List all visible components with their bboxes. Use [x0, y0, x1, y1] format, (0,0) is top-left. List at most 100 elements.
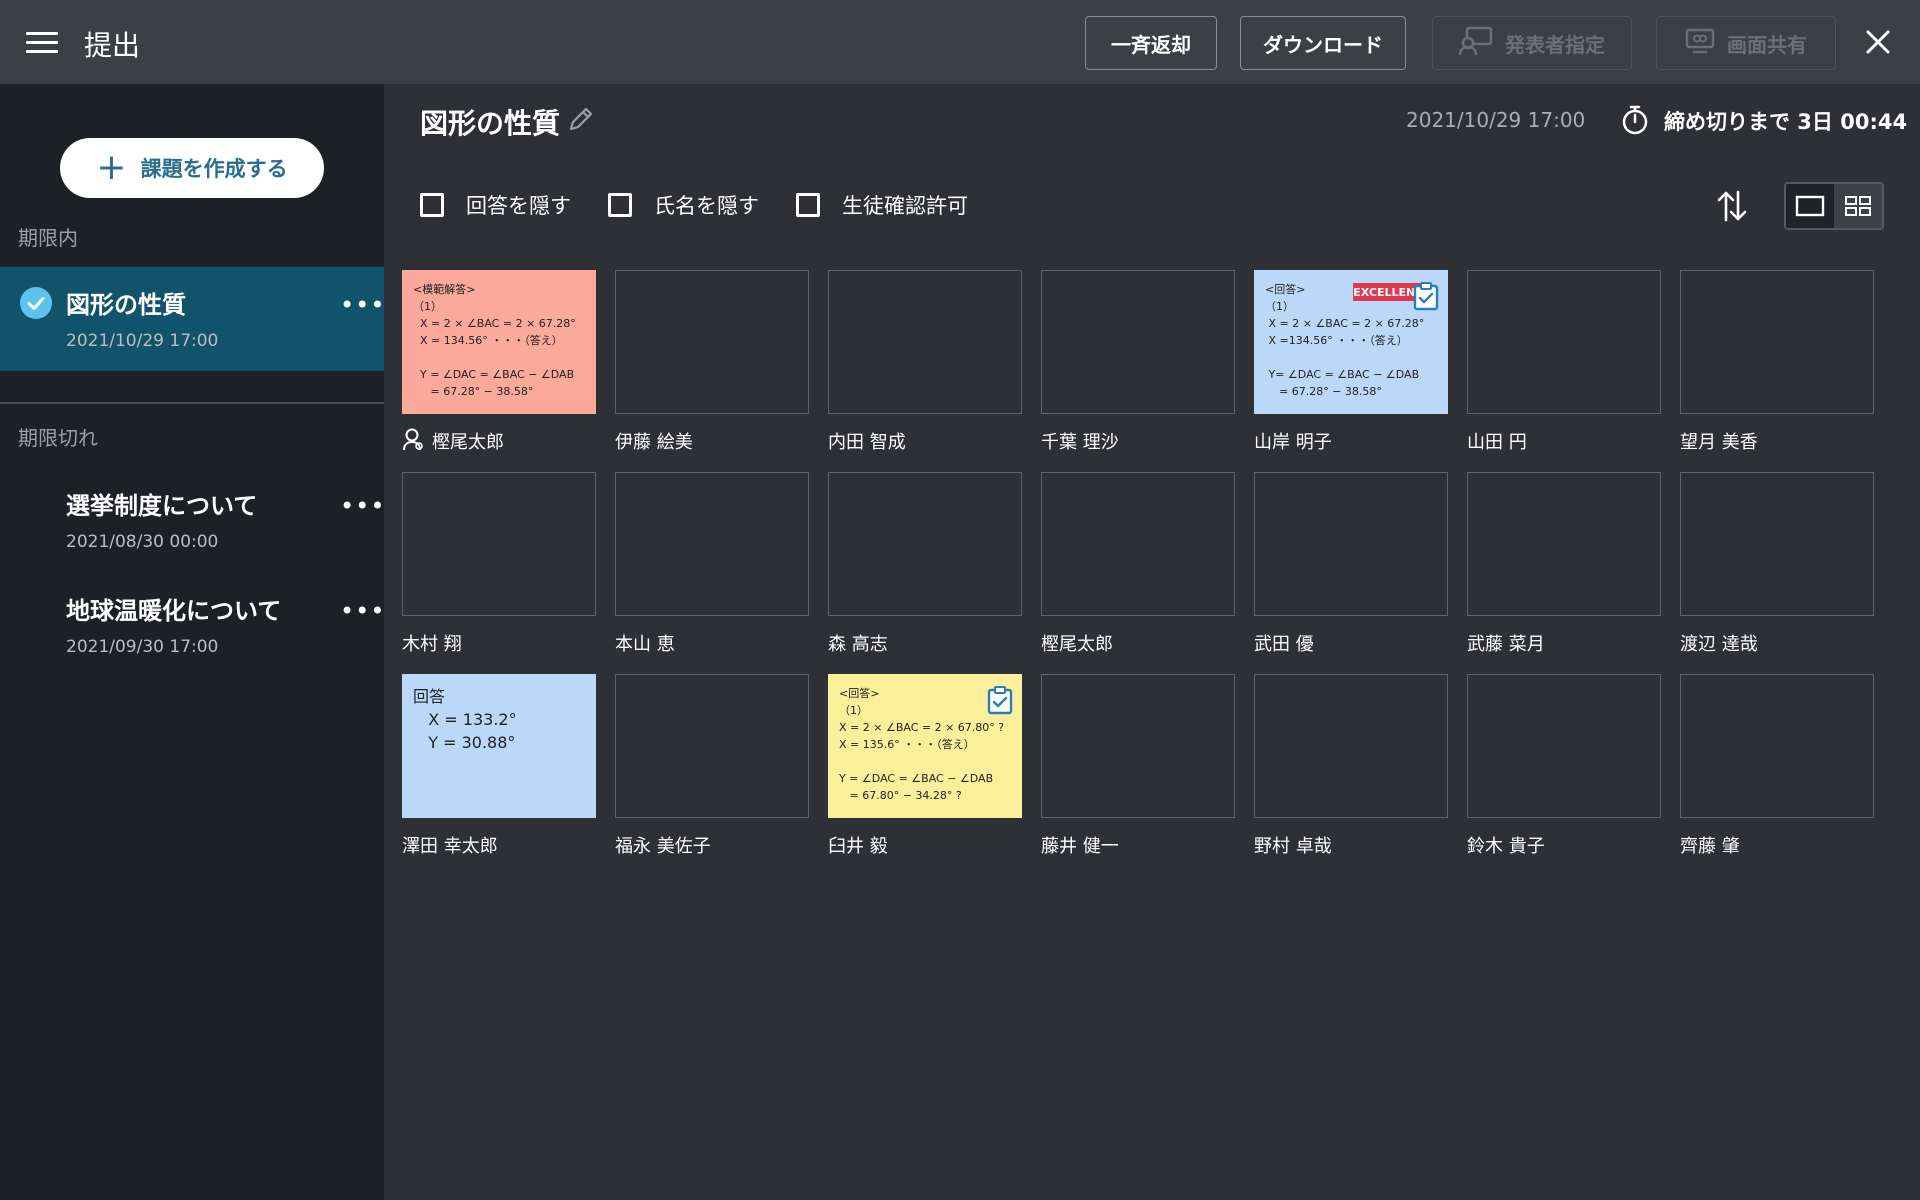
hamburger-menu-icon[interactable] — [26, 32, 58, 54]
student-name: 望月 美香 — [1680, 428, 1874, 454]
sort-icon[interactable] — [1716, 188, 1748, 228]
in-term-section-label: 期限内 — [18, 226, 78, 250]
submission-card[interactable]: 本山 恵 — [615, 472, 809, 656]
student-name: 武田 優 — [1254, 630, 1448, 656]
student-name-text: 渡辺 達哉 — [1680, 634, 1758, 655]
more-options-icon[interactable]: ••• — [340, 291, 385, 319]
student-name-text: 本山 恵 — [615, 634, 675, 655]
assignment-date: 2021/08/30 00:00 — [66, 532, 219, 552]
sidebar-item-expired-assignment[interactable]: 選挙制度について 2021/08/30 00:00 ••• — [0, 468, 384, 572]
submission-thumbnail[interactable] — [1041, 472, 1235, 616]
student-name: 伊藤 絵美 — [615, 428, 809, 454]
student-name: 樫尾太郎 — [1041, 630, 1235, 656]
submission-thumbnail[interactable] — [615, 472, 809, 616]
answer-preview: 回答 X = 133.2° Y = 30.88° — [413, 687, 517, 752]
submission-card[interactable]: 伊藤 絵美 — [615, 270, 809, 454]
student-name-text: 齊藤 肇 — [1680, 836, 1740, 857]
submission-thumbnail[interactable] — [1254, 674, 1448, 818]
student-name: 渡辺 達哉 — [1680, 630, 1874, 656]
submission-thumbnail[interactable] — [615, 674, 809, 818]
student-name: 澤田 幸太郎 — [402, 832, 596, 858]
submission-card[interactable]: <回答> （1） X = 2 × ∠BAC = 2 × 67.80° ? X =… — [828, 674, 1022, 858]
sidebar-item-active-assignment[interactable]: 図形の性質 2021/10/29 17:00 ••• — [0, 267, 384, 371]
student-name: 福永 美佐子 — [615, 832, 809, 858]
download-label: ダウンロード — [1263, 32, 1383, 57]
due-date: 2021/10/29 17:00 — [1406, 108, 1586, 132]
submission-card[interactable]: <模範解答> （1） X = 2 × ∠BAC = 2 × 67.28° X =… — [402, 270, 596, 454]
submission-thumbnail[interactable] — [828, 472, 1022, 616]
submission-card[interactable]: 木村 翔 — [402, 472, 596, 656]
clipboard-check-icon — [1413, 281, 1439, 315]
submission-thumbnail[interactable] — [1254, 472, 1448, 616]
submission-card[interactable]: 武藤 菜月 — [1467, 472, 1661, 656]
submission-thumbnail[interactable] — [1680, 472, 1874, 616]
submission-card[interactable]: 鈴木 貴子 — [1467, 674, 1661, 858]
submission-thumbnail[interactable]: 回答 X = 133.2° Y = 30.88° — [402, 674, 596, 818]
more-options-icon[interactable]: ••• — [340, 492, 385, 520]
student-name: 樫尾太郎 — [402, 428, 596, 454]
close-icon[interactable] — [1864, 28, 1892, 56]
submission-thumbnail[interactable] — [1680, 270, 1874, 414]
submission-card[interactable]: 福永 美佐子 — [615, 674, 809, 858]
submission-card[interactable]: 森 高志 — [828, 472, 1022, 656]
pencil-icon[interactable] — [566, 104, 596, 138]
student-name-text: 藤井 健一 — [1041, 836, 1119, 857]
screen-share-button[interactable]: 画面共有 — [1656, 16, 1836, 70]
submission-thumbnail[interactable] — [1467, 674, 1661, 818]
checkbox-box[interactable] — [796, 193, 820, 217]
checkbox-box[interactable] — [608, 193, 632, 217]
student-name: 齊藤 肇 — [1680, 832, 1874, 858]
submission-card[interactable]: 内田 智成 — [828, 270, 1022, 454]
submission-card[interactable]: 齊藤 肇 — [1680, 674, 1874, 858]
submission-card[interactable]: <回答> （1） X = 2 × ∠BAC = 2 × 67.28° X =13… — [1254, 270, 1448, 454]
assignment-date: 2021/09/30 17:00 — [66, 637, 219, 657]
student-name-text: 福永 美佐子 — [615, 836, 711, 857]
submission-thumbnail[interactable]: <回答> （1） X = 2 × ∠BAC = 2 × 67.28° X =13… — [1254, 270, 1448, 414]
submission-thumbnail[interactable]: <回答> （1） X = 2 × ∠BAC = 2 × 67.80° ? X =… — [828, 674, 1022, 818]
submission-card[interactable]: 山田 円 — [1467, 270, 1661, 454]
submission-thumbnail[interactable] — [828, 270, 1022, 414]
student-name-text: 武田 優 — [1254, 634, 1314, 655]
download-button[interactable]: ダウンロード — [1240, 16, 1406, 70]
student-name-text: 山岸 明子 — [1254, 432, 1332, 453]
more-options-icon[interactable]: ••• — [340, 597, 385, 625]
create-assignment-button[interactable]: + 課題を作成する — [60, 138, 324, 198]
submission-card[interactable]: 藤井 健一 — [1041, 674, 1235, 858]
submission-thumbnail[interactable] — [1041, 270, 1235, 414]
single-view-icon[interactable] — [1786, 184, 1834, 228]
submission-card[interactable]: 千葉 理沙 — [1041, 270, 1235, 454]
submission-card[interactable]: 武田 優 — [1254, 472, 1448, 656]
checkbox-box[interactable] — [420, 193, 444, 217]
submission-card[interactable]: 野村 卓哉 — [1254, 674, 1448, 858]
hide-answers-checkbox[interactable]: 回答を隠す — [420, 190, 571, 220]
submission-thumbnail[interactable] — [615, 270, 809, 414]
sidebar-item-expired-assignment[interactable]: 地球温暖化について 2021/09/30 17:00 ••• — [0, 573, 384, 677]
app-title: 提出 — [84, 29, 141, 62]
student-confirm-checkbox[interactable]: 生徒確認許可 — [796, 190, 968, 220]
submission-card[interactable]: 渡辺 達哉 — [1680, 472, 1874, 656]
submission-thumbnail[interactable] — [1467, 472, 1661, 616]
assignment-heading: 図形の性質 — [420, 107, 561, 140]
submission-card[interactable]: 望月 美香 — [1680, 270, 1874, 454]
return-all-button[interactable]: 一斉返却 — [1085, 16, 1217, 70]
grid-view-icon[interactable] — [1834, 184, 1882, 228]
screen-share-icon — [1685, 28, 1715, 59]
submission-thumbnail[interactable] — [1467, 270, 1661, 414]
check-circle-icon — [20, 287, 52, 319]
submission-card[interactable]: 回答 X = 133.2° Y = 30.88° 澤田 幸太郎 — [402, 674, 596, 858]
student-name-text: 森 高志 — [828, 634, 888, 655]
student-name: 藤井 健一 — [1041, 832, 1235, 858]
answer-preview: <模範解答> （1） X = 2 × ∠BAC = 2 × 67.28° X =… — [413, 283, 576, 398]
student-name-text: 武藤 菜月 — [1467, 634, 1545, 655]
student-name: 千葉 理沙 — [1041, 428, 1235, 454]
submission-thumbnail[interactable] — [1041, 674, 1235, 818]
answer-preview: <回答> （1） X = 2 × ∠BAC = 2 × 67.80° ? X =… — [839, 687, 1005, 802]
submission-thumbnail[interactable] — [1680, 674, 1874, 818]
submission-thumbnail[interactable] — [402, 472, 596, 616]
assignment-title: 地球温暖化について — [66, 597, 282, 625]
submission-thumbnail[interactable]: <模範解答> （1） X = 2 × ∠BAC = 2 × 67.28° X =… — [402, 270, 596, 414]
submission-card[interactable]: 樫尾太郎 — [1041, 472, 1235, 656]
hide-names-checkbox[interactable]: 氏名を隠す — [608, 190, 759, 220]
presenter-button[interactable]: 発表者指定 — [1432, 16, 1632, 70]
top-bar: 提出 一斉返却 ダウンロード 発表者指定 画面共有 — [0, 0, 1920, 84]
